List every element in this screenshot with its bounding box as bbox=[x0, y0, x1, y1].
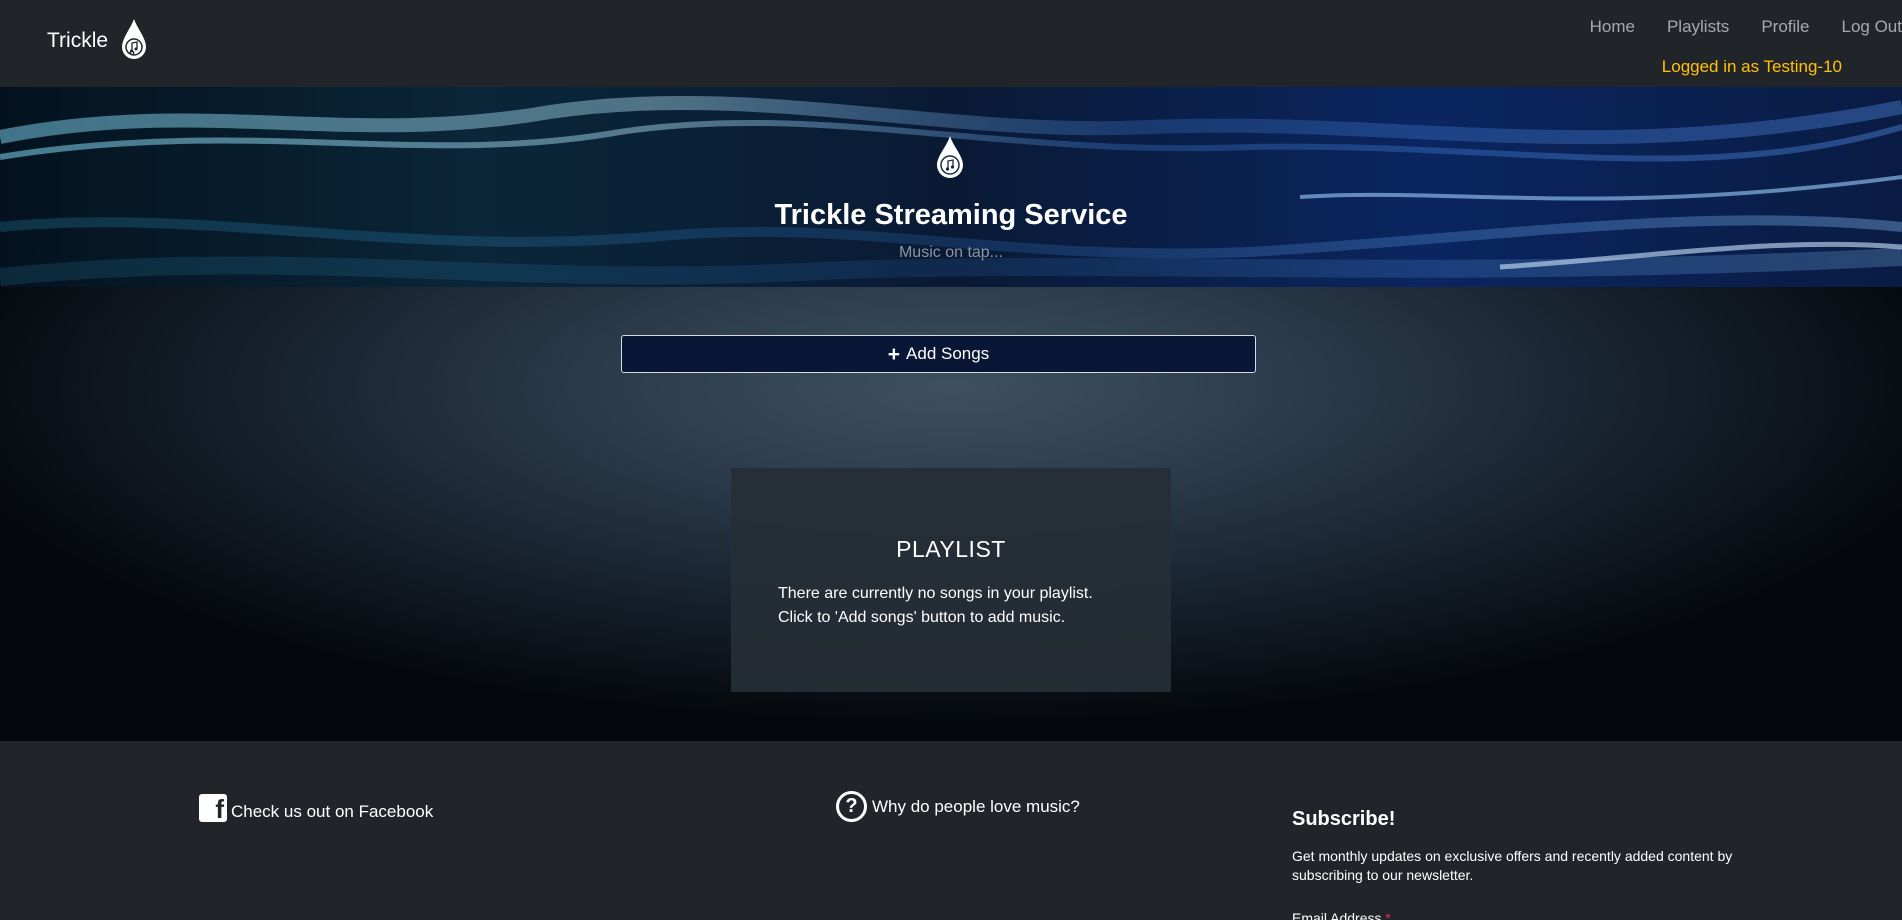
main-content: + Add Songs PLAYLIST There are currently… bbox=[0, 287, 1902, 741]
playlist-empty-line2: Click to 'Add songs' button to add music… bbox=[778, 609, 1066, 626]
nav-playlists[interactable]: Playlists bbox=[1667, 17, 1729, 37]
playlist-card: PLAYLIST There are currently no songs in… bbox=[731, 468, 1171, 692]
required-mark: * bbox=[1385, 910, 1391, 920]
hero-subtitle: Music on tap... bbox=[898, 244, 1004, 261]
why-music-link[interactable]: ? Why do people love music? bbox=[836, 791, 1080, 822]
navbar: Trickle Home Playlists Profile Log Out L… bbox=[0, 0, 1902, 87]
hero-title: Trickle Streaming Service bbox=[774, 199, 1128, 231]
music-drop-icon bbox=[937, 136, 963, 178]
nav-logout[interactable]: Log Out bbox=[1842, 17, 1902, 37]
add-songs-button[interactable]: + Add Songs bbox=[621, 335, 1256, 373]
why-music-text[interactable]: Why do people love music? bbox=[872, 797, 1080, 817]
email-label-text: Email Address bbox=[1292, 910, 1382, 920]
music-drop-icon bbox=[122, 19, 147, 59]
question-circle-icon: ? bbox=[836, 791, 867, 822]
facebook-link[interactable]: f Check us out on Facebook bbox=[199, 794, 433, 824]
facebook-link-text[interactable]: Check us out on Facebook bbox=[231, 802, 433, 822]
nav-home[interactable]: Home bbox=[1590, 17, 1635, 37]
brand-name[interactable]: Trickle bbox=[47, 29, 108, 53]
footer: f Check us out on Facebook ? Why do peop… bbox=[0, 741, 1902, 920]
add-songs-label: Add Songs bbox=[906, 344, 990, 363]
playlist-empty-line1: There are currently no songs in your pla… bbox=[778, 585, 1093, 602]
logged-in-status: Logged in as Testing-10 bbox=[1661, 57, 1842, 76]
brand[interactable]: Trickle bbox=[47, 19, 148, 62]
subscribe-description: Get monthly updates on exclusive offers … bbox=[1292, 848, 1733, 883]
nav-profile[interactable]: Profile bbox=[1761, 17, 1809, 37]
facebook-icon: f bbox=[199, 794, 227, 824]
email-field-label: Email Address * bbox=[1292, 910, 1391, 920]
playlist-title: PLAYLIST bbox=[896, 536, 1006, 562]
hero-banner: Trickle Streaming Service Music on tap..… bbox=[0, 87, 1902, 287]
subscribe-title: Subscribe! bbox=[1292, 808, 1396, 830]
plus-icon: + bbox=[887, 342, 901, 366]
nav-links: Home Playlists Profile Log Out bbox=[1558, 17, 1902, 37]
playlist-empty-message: There are currently no songs in your pla… bbox=[778, 582, 1138, 630]
